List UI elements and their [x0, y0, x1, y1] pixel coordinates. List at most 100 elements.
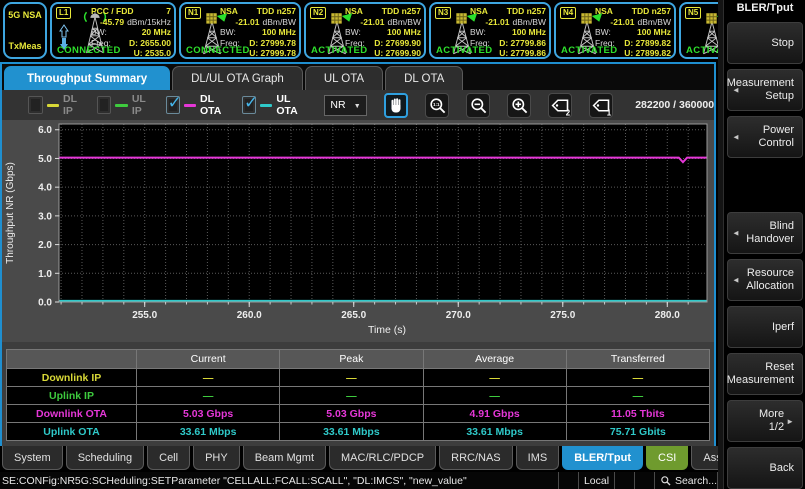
tab-beam-mgmt[interactable]: Beam Mgmt: [243, 446, 326, 470]
tab-bler-tput[interactable]: BLER/Tput: [562, 446, 643, 470]
sidebar-divider: [718, 0, 724, 489]
svg-text:2.0: 2.0: [38, 240, 52, 251]
tab-ul-ota[interactable]: UL OTA: [305, 66, 383, 90]
bw-label: BW:: [595, 27, 611, 38]
tab-throughput-summary[interactable]: Throughput Summary: [4, 66, 170, 90]
bw-label: BW:: [91, 27, 107, 38]
marker-2-button[interactable]: 2: [548, 93, 572, 118]
cell-panel-n1[interactable]: N1 NSATDD n257 -21.01dBm/BW BW:100 MHz F…: [179, 2, 301, 59]
check-icon: ✓: [244, 93, 258, 113]
measurement-setup-button[interactable]: Measurement Setup: [727, 69, 803, 111]
cell-panel-n3[interactable]: N3 NSATDD n257 -21.01dBm/BW BW:100 MHz F…: [429, 2, 551, 59]
cell-dl-freq: D: 27699.90: [374, 38, 421, 49]
cell-power-unit: dBm/BW: [512, 17, 546, 28]
blind-handover-button[interactable]: Blind Handover: [727, 212, 803, 254]
throughput-chart[interactable]: 255.0260.0265.0270.0275.0280.00.01.02.03…: [2, 120, 714, 342]
submenu-arrow-icon: [732, 131, 740, 144]
legend-label: UL OTA: [276, 93, 305, 117]
search-placeholder: Search...: [675, 475, 717, 487]
sample-counter: 282200 / 360000: [635, 99, 714, 111]
button-label: Power Control: [743, 124, 794, 150]
cell-power: -45.79: [100, 17, 124, 28]
local-indicator[interactable]: Local: [578, 472, 614, 489]
bw-label: BW:: [470, 27, 486, 38]
table-row: Downlink OTA 5.03 Gbps 5.03 Gbps 4.91 Gb…: [7, 405, 710, 423]
tab-dlul-ota-graph[interactable]: DL/UL OTA Graph: [172, 66, 303, 90]
dl-ota-checkbox[interactable]: ✓: [166, 96, 180, 114]
cell-status: ACTIVATED: [436, 45, 493, 56]
power-control-button[interactable]: Power Control: [727, 116, 803, 158]
cell-panel-n2[interactable]: N2 NSATDD n257 -21.01dBm/BW BW:100 MHz F…: [304, 2, 426, 59]
cell-bw: 100 MHz: [637, 27, 671, 38]
button-label: Blind Handover: [743, 220, 794, 246]
dl-ota-line-swatch: [184, 104, 196, 107]
resource-allocation-button[interactable]: Resource Allocation: [727, 259, 803, 301]
more-pages-button[interactable]: More 1/2: [727, 400, 803, 442]
cell-bw: 100 MHz: [387, 27, 421, 38]
svg-text:255.0: 255.0: [132, 310, 157, 321]
reset-measurement-button[interactable]: Reset Measurement: [727, 353, 803, 395]
table-header-row: Current Peak Average Transferred: [7, 350, 710, 369]
tab-phy[interactable]: PHY: [193, 446, 240, 470]
legend-label: DL IP: [63, 93, 84, 117]
tab-rrc-nas[interactable]: RRC/NAS: [439, 446, 513, 470]
tab-system[interactable]: System: [2, 446, 63, 470]
back-button[interactable]: Back: [727, 447, 803, 489]
function-tabs: System Scheduling Cell PHY Beam Mgmt MAC…: [0, 446, 718, 472]
legend-label: DL OTA: [200, 93, 229, 117]
button-label: More 1/2: [743, 408, 784, 434]
tab-ims[interactable]: IMS: [516, 446, 560, 470]
search-box[interactable]: Search...: [654, 472, 718, 489]
stop-button[interactable]: Stop: [727, 22, 803, 64]
zoom-1to1-button[interactable]: 1:1: [425, 93, 449, 118]
legend-item-dl-ota: ✓ DL OTA: [166, 93, 229, 117]
legend-item-dl-ip: ✓ DL IP: [28, 93, 84, 117]
cell-value: —: [137, 387, 280, 405]
dl-ip-checkbox[interactable]: ✓: [28, 96, 43, 114]
svg-text:4.0: 4.0: [38, 183, 52, 194]
submenu-arrow-icon: [732, 274, 740, 287]
cell-mode: TDD n257: [507, 6, 546, 17]
mode-line1: 5G NSA: [7, 10, 43, 20]
cell-panel-n4[interactable]: N4 NSATDD n257 -21.01dBm/BW BW:100 MHz F…: [554, 2, 676, 59]
tab-csi[interactable]: CSI: [646, 446, 688, 470]
cell-dl-freq: D: 27899.82: [624, 38, 671, 49]
search-icon: [660, 475, 671, 486]
rat-dropdown[interactable]: NR: [324, 95, 366, 116]
submenu-arrow-icon: [732, 84, 740, 97]
row-label: Uplink IP: [7, 387, 137, 405]
table-row: Downlink IP — — — —: [7, 369, 710, 387]
cell-value: 5.03 Gbps: [280, 405, 423, 423]
cell-value: —: [280, 387, 423, 405]
col-average: Average: [423, 350, 566, 369]
zoom-in-button[interactable]: [507, 93, 531, 118]
cell-panel-l1[interactable]: L1 PCC / FDD7 -45.79dBm/15kHz BW:20 MHz …: [50, 2, 176, 59]
zoom-1to1-icon: 1:1: [428, 96, 447, 115]
cell-status-bar: 5G NSA TxMeas L1 PCC / FDD7 -45.79dBm/15…: [0, 0, 718, 62]
cell-badge: L1: [56, 7, 71, 19]
pan-tool-button[interactable]: [384, 93, 408, 118]
iperf-button[interactable]: Iperf: [727, 306, 803, 348]
col-current: Current: [137, 350, 280, 369]
ul-ota-checkbox[interactable]: ✓: [242, 96, 256, 114]
tab-cell[interactable]: Cell: [147, 446, 190, 470]
svg-text:1:1: 1:1: [433, 102, 440, 107]
svg-text:275.0: 275.0: [550, 310, 575, 321]
cell-power: -21.01: [235, 17, 259, 28]
tab-mac-rlc-pdcp[interactable]: MAC/RLC/PDCP: [329, 446, 436, 470]
mode-line2: TxMeas: [7, 41, 43, 51]
legend-toolbar: ✓ DL IP ✓ UL IP ✓ DL OTA ✓ UL OTA NR: [2, 90, 714, 120]
cell-mode: 7: [166, 6, 171, 17]
ul-ip-checkbox[interactable]: ✓: [97, 96, 112, 114]
cell-status: ACTIVATED: [686, 45, 718, 56]
dl-ip-line-swatch: [47, 104, 60, 107]
cell-panel-n5[interactable]: N5 ACTIVATED: [679, 2, 718, 59]
row-label: Downlink OTA: [7, 405, 137, 423]
cell-status: ACTIVATED: [311, 45, 368, 56]
zoom-out-button[interactable]: [466, 93, 490, 118]
tab-dl-ota[interactable]: DL OTA: [385, 66, 463, 90]
tab-scheduling[interactable]: Scheduling: [66, 446, 144, 470]
marker-1-button[interactable]: 1: [589, 93, 613, 118]
cell-value: —: [423, 369, 566, 387]
cell-ul-freq: U: 27799.86: [499, 48, 546, 59]
